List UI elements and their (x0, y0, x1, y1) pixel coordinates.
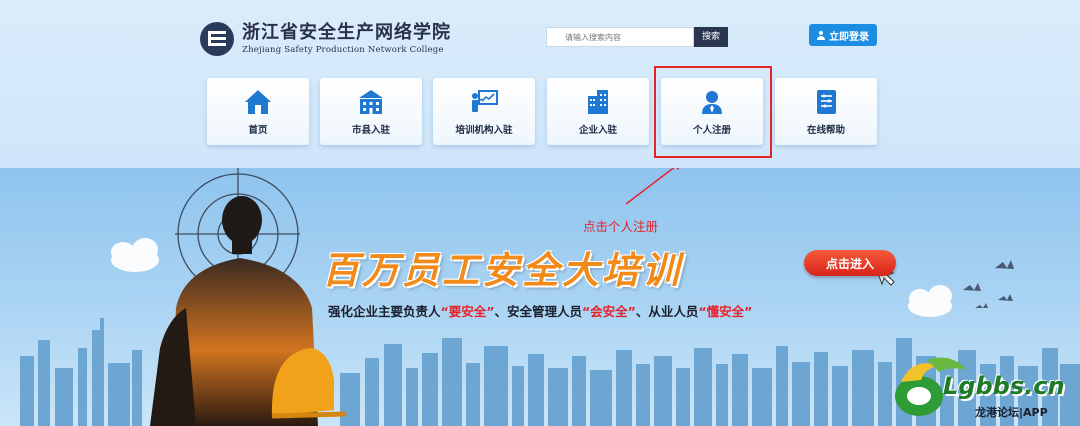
city-building-icon (359, 89, 383, 114)
annotation-text: 点击个人注册 (583, 219, 659, 234)
nav-item-label: 首页 (248, 124, 268, 136)
nav-item-city-county[interactable]: 市县入驻 (320, 78, 422, 145)
slogan-emphasis: “懂安全” (698, 304, 753, 319)
home-icon (245, 89, 271, 114)
banner-headline: 百万员工安全大培训 (322, 249, 682, 292)
search-bar: 搜索 (546, 27, 728, 47)
hero-banner[interactable] (0, 168, 1080, 426)
birds-graphic (963, 260, 1014, 308)
nav-item-online-help[interactable]: 在线帮助 (775, 78, 877, 145)
nav-item-label: 培训机构入驻 (455, 124, 513, 136)
header: 浙江省安全生产网络学院 Zhejiang Safety Production N… (0, 0, 1080, 70)
annotation-arrow-icon (625, 168, 680, 205)
slogan-emphasis: “会安全” (581, 304, 636, 319)
user-icon (817, 30, 825, 40)
slogan-part: 、安全管理人员 (494, 304, 582, 319)
nav-item-enterprise[interactable]: 企业入驻 (547, 78, 649, 145)
nav-item-training-institution[interactable]: 培训机构入驻 (433, 78, 535, 145)
site-subtitle: Zhejiang Safety Production Network Colle… (242, 45, 444, 55)
search-button[interactable]: 搜索 (694, 27, 728, 47)
slogan-part: 、从业人员 (635, 304, 699, 319)
banner-slogan: 强化企业主要负责人“要安全”、安全管理人员“会安全”、从业人员“懂安全” (328, 301, 752, 320)
logo-emblem-icon (200, 22, 234, 56)
enter-button[interactable]: 点击进入 (804, 250, 896, 276)
watermark-subtext: 龙港论坛|APP (975, 406, 1048, 419)
worker-silhouette (150, 196, 347, 426)
site-logo[interactable]: 浙江省安全生产网络学院 Zhejiang Safety Production N… (200, 22, 451, 56)
nav-item-label: 在线帮助 (806, 124, 845, 136)
site-title: 浙江省安全生产网络学院 (242, 22, 451, 43)
slogan-part: 强化企业主要负责人 (328, 304, 441, 319)
nav-item-label: 企业入驻 (578, 124, 617, 136)
highlight-box-personal-registration (654, 66, 772, 158)
office-building-icon (588, 89, 608, 114)
help-document-icon (817, 89, 836, 114)
login-button[interactable]: 立即登录 (809, 24, 877, 46)
nav-item-label: 市县入驻 (351, 124, 390, 136)
watermark-text: Lgbbs.cn (943, 372, 1065, 400)
training-presentation-icon (472, 89, 498, 112)
nav-item-home[interactable]: 首页 (207, 78, 309, 145)
search-input[interactable] (546, 27, 694, 47)
login-button-label: 立即登录 (829, 31, 869, 43)
slogan-emphasis: “要安全” (440, 304, 495, 319)
